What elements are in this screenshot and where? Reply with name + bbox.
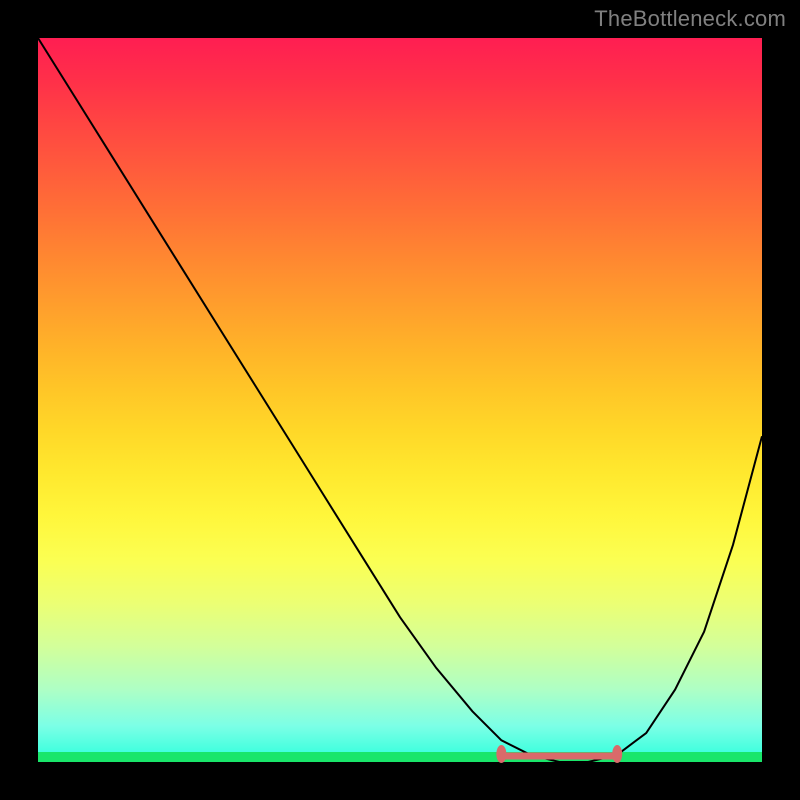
watermark-text: TheBottleneck.com <box>594 6 786 32</box>
curve-path <box>38 38 762 762</box>
optimal-range-cap-left <box>496 745 506 763</box>
chart-frame: TheBottleneck.com <box>0 0 800 800</box>
optimal-range-cap-right <box>612 745 622 763</box>
bottleneck-curve <box>38 38 762 762</box>
plot-area <box>38 38 762 762</box>
